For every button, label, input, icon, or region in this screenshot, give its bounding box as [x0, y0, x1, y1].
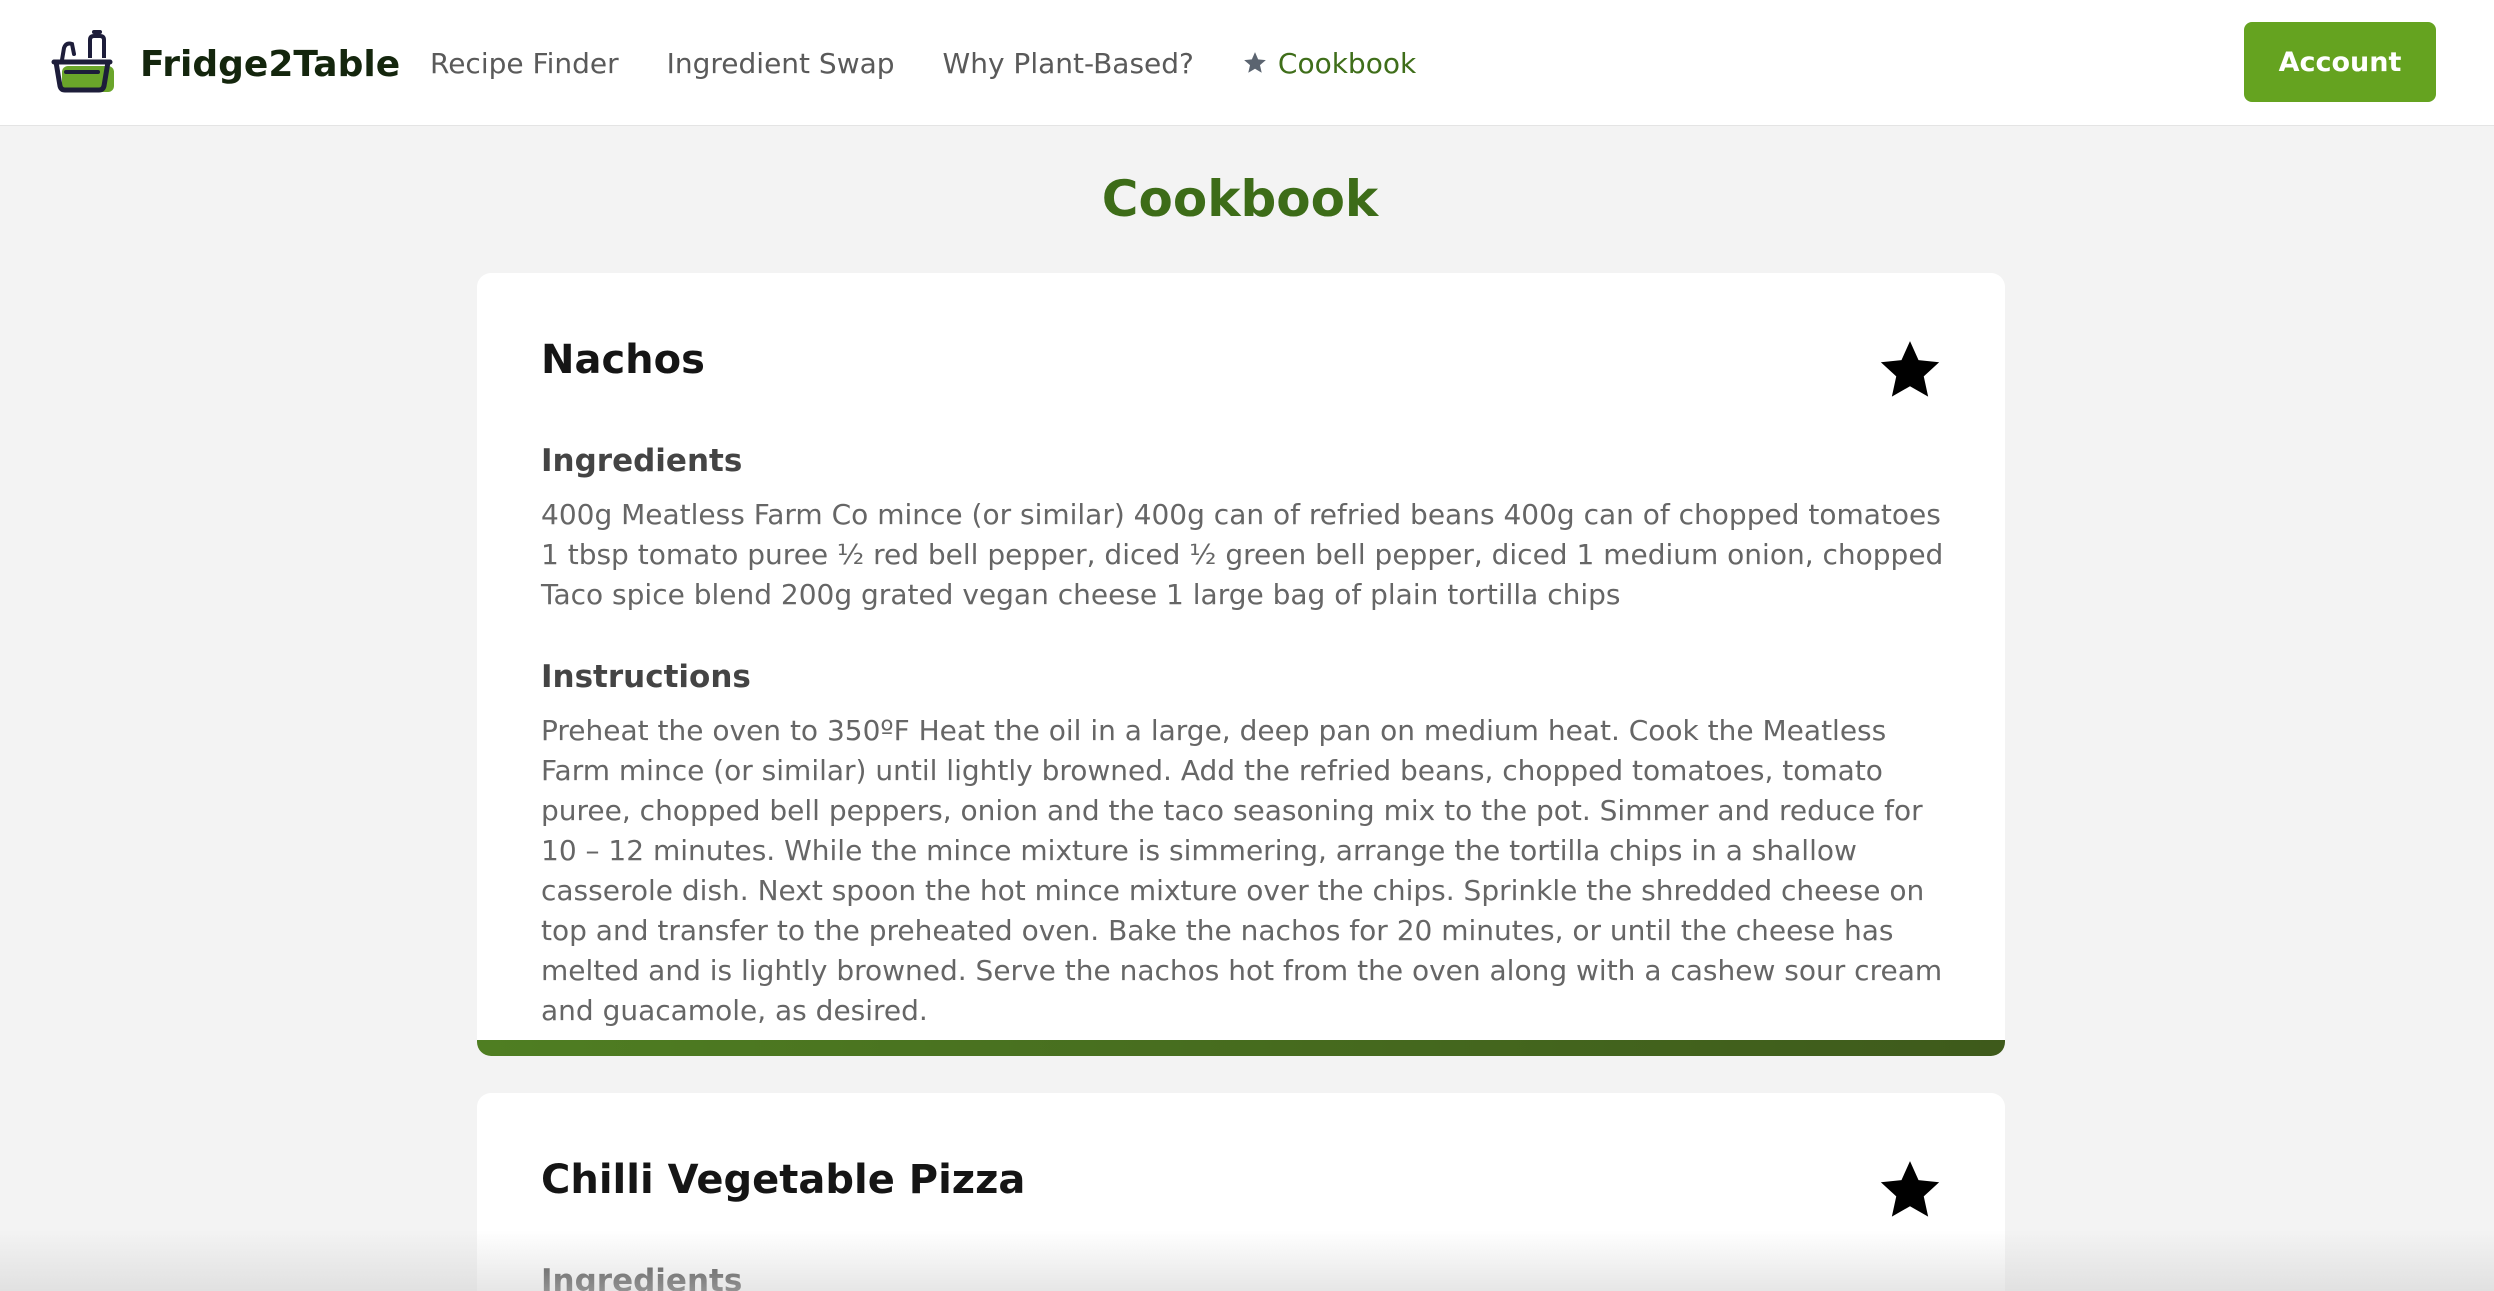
- instructions-text: Preheat the oven to 350ºF Heat the oil i…: [541, 714, 1943, 1027]
- favorite-star-icon[interactable]: [1877, 337, 1943, 403]
- account-button[interactable]: Account: [2244, 22, 2436, 102]
- favorite-star-icon[interactable]: [1877, 1157, 1943, 1223]
- brand-name: Fridge2Table: [140, 43, 401, 85]
- nav-cookbook-label: Cookbook: [1277, 46, 1417, 80]
- ingredients-text: 400g Meatless Farm Co mince (or similar)…: [541, 498, 1944, 611]
- top-navbar: Fridge2Table Recipe Finder Ingredient Sw…: [0, 0, 2494, 126]
- nav-cookbook[interactable]: Cookbook: [1242, 47, 1416, 80]
- recipe-title: Nachos: [541, 337, 705, 383]
- nav-recipe-finder[interactable]: Recipe Finder: [430, 47, 619, 80]
- brand-logo[interactable]: Fridge2Table: [50, 28, 400, 100]
- ingredients-heading: Ingredients: [541, 443, 743, 479]
- instructions-heading: Instructions: [541, 659, 751, 695]
- star-icon: [1244, 52, 1266, 73]
- nav-ingredient-swap[interactable]: Ingredient Swap: [667, 47, 895, 80]
- basket-icon: [51, 30, 114, 93]
- recipe-title: Chilli Vegetable Pizza: [541, 1157, 1026, 1203]
- recipe-card: Nachos Ingredients 400g Meatless Farm Co…: [477, 273, 2005, 1056]
- nav-why-plant-based[interactable]: Why Plant-Based?: [943, 47, 1194, 80]
- ingredients-heading: Ingredients: [541, 1263, 743, 1291]
- main-nav: Recipe Finder Ingredient Swap Why Plant-…: [430, 0, 1464, 126]
- recipe-card: Chilli Vegetable Pizza Ingredients: [477, 1093, 2005, 1291]
- page-title: Cookbook: [1101, 170, 1379, 228]
- card-accent-bar: [477, 1040, 2005, 1056]
